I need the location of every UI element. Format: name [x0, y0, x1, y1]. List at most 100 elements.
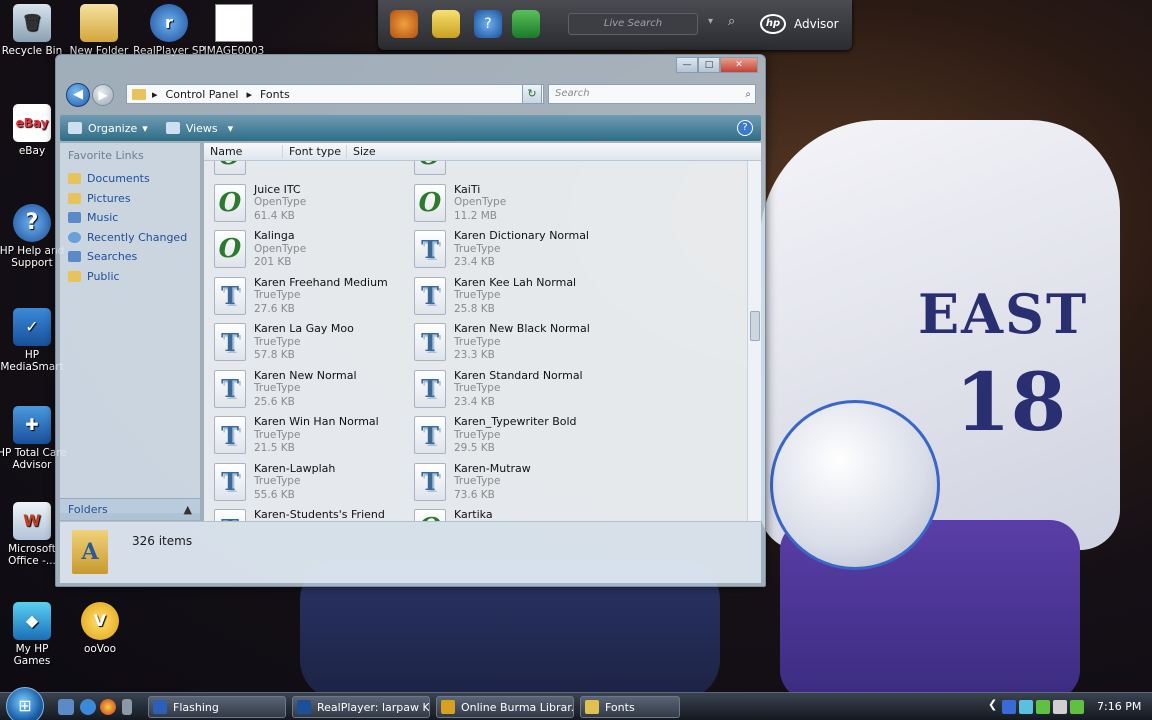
chevron-down-icon[interactable]: ▾: [708, 16, 713, 27]
truetype-font-icon: T: [214, 416, 246, 454]
font-type: TrueType: [254, 428, 301, 441]
network-icon[interactable]: [1019, 700, 1033, 714]
nav-item-music[interactable]: Music: [68, 208, 187, 228]
advisor-label[interactable]: Advisor: [794, 17, 839, 31]
font-name: Kartika: [454, 508, 493, 521]
views-label: Views: [185, 121, 218, 135]
command-toolbar: Organize ▾ Views ▾ ?: [60, 115, 761, 141]
chrome-icon[interactable]: [100, 699, 116, 715]
taskbar-button[interactable]: Flashing: [148, 696, 286, 718]
font-item[interactable]: T Karen Win Han Normal TrueType 21.5 KB: [214, 414, 404, 460]
scrollbar-thumb[interactable]: [750, 311, 760, 341]
vertical-scrollbar[interactable]: [747, 161, 761, 521]
font-type: TrueType: [254, 335, 301, 348]
hp-dock-icon[interactable]: [390, 10, 418, 38]
font-item[interactable]: O Kalinga OpenType 201 KB: [214, 228, 404, 274]
font-item[interactable]: T Karen New Normal TrueType 25.6 KB: [214, 368, 404, 414]
bluetooth-icon[interactable]: [1002, 700, 1016, 714]
font-item[interactable]: O KaiTi OpenType 11.2 MB: [414, 182, 604, 228]
taskbar-button-label: Online Burma Librar...: [461, 700, 574, 714]
font-item[interactable]: T Karen La Gay Moo TrueType 57.8 KB: [214, 321, 404, 367]
breadcrumb-control-panel[interactable]: Control Panel: [166, 88, 239, 101]
font-name: Karen Kee Lah Normal: [454, 275, 577, 289]
column-font-type[interactable]: Font type: [282, 145, 341, 158]
security-icon[interactable]: [1036, 700, 1050, 714]
font-size: 57.8 KB: [254, 349, 295, 361]
help-button[interactable]: ?: [737, 120, 753, 136]
nav-item-recently-changed[interactable]: Recently Changed: [68, 228, 187, 248]
volume-icon[interactable]: [1053, 700, 1067, 714]
column-name[interactable]: Name: [210, 145, 242, 158]
organize-icon: [68, 122, 82, 134]
show-desktop-icon[interactable]: [58, 699, 74, 715]
font-type: TrueType: [454, 428, 501, 441]
app-icon: [297, 700, 311, 714]
font-name: Karen New Black Normal: [454, 322, 590, 335]
refresh-button[interactable]: ↻: [522, 84, 542, 104]
internet-explorer-icon[interactable]: [80, 699, 96, 715]
nav-item-public[interactable]: Public: [68, 267, 187, 287]
app-icon: [153, 700, 167, 714]
back-button[interactable]: ◀: [66, 83, 90, 107]
nav-item-searches[interactable]: Searches: [68, 247, 187, 267]
font-item[interactable]: O Juice ITC OpenType 61.4 KB: [214, 182, 404, 228]
folder-icon: [68, 192, 81, 204]
taskbar-button[interactable]: Fonts: [580, 696, 680, 718]
nav-item-documents[interactable]: Documents: [68, 169, 187, 189]
power-icon[interactable]: [1070, 700, 1084, 714]
font-meta: Karen-Lawplah TrueType 55.6 KB: [254, 461, 335, 507]
search-icon[interactable]: ⌕: [728, 14, 735, 29]
nav-item-pictures[interactable]: Pictures: [68, 189, 187, 209]
desktop-icon-my-hp-games[interactable]: ◆ My HP Games: [0, 602, 68, 667]
font-item[interactable]: T Karen-Lawplah TrueType 55.6 KB: [214, 461, 404, 507]
font-item[interactable]: T Karen Standard Normal TrueType 23.4 KB: [414, 368, 604, 414]
taskbar-button[interactable]: Online Burma Librar...: [436, 696, 574, 718]
nav-item-label: Documents: [87, 172, 150, 186]
taskbar-button[interactable]: RealPlayer: larpaw K...: [292, 696, 430, 718]
font-type: TrueType: [254, 289, 301, 301]
font-size: 23.4 KB: [454, 256, 495, 268]
desktop-icon-new-folder[interactable]: New Folder: [63, 4, 135, 57]
desktop-icon-realplayer[interactable]: r RealPlayer SP: [133, 4, 205, 57]
desktop-icon-recycle-bin[interactable]: 🗑 Recycle Bin: [0, 4, 68, 57]
font-item[interactable]: T Karen_Typewriter Bold TrueType 29.5 KB: [414, 414, 604, 460]
nav-item-label: Searches: [87, 250, 138, 264]
search-icon: ⌕: [745, 89, 751, 100]
clock[interactable]: 7:16 PM: [1097, 700, 1141, 713]
close-button[interactable]: ✕: [720, 57, 758, 73]
font-item[interactable]: T Karen Freehand Medium TrueType 27.6 KB: [214, 275, 404, 321]
font-size: 201 KB: [254, 256, 292, 268]
help-icon[interactable]: ?: [474, 10, 502, 38]
font-meta: Karen_Typewriter Bold TrueType 29.5 KB: [454, 414, 577, 460]
nav-item-label: Music: [87, 211, 119, 225]
search-input[interactable]: Search ⌕: [548, 84, 756, 104]
views-button[interactable]: Views ▾: [165, 121, 233, 135]
chevron-right-icon[interactable]: [122, 699, 132, 715]
font-size: 23.4 KB: [454, 395, 495, 408]
address-bar[interactable]: ▸ Control Panel ▸ Fonts ▼: [126, 84, 544, 104]
tray-chevron-icon[interactable]: ❮: [988, 698, 997, 711]
organize-button[interactable]: Organize ▾: [68, 122, 148, 135]
font-item[interactable]: T Karen Kee Lah Normal TrueType 25.8 KB: [414, 275, 604, 321]
minimize-button[interactable]: —: [676, 57, 698, 73]
font-item[interactable]: T Karen New Black Normal TrueType 23.3 KB: [414, 321, 604, 367]
network-icon[interactable]: [512, 10, 540, 38]
desktop-icon-image0003[interactable]: IMAGE0003: [198, 4, 270, 57]
truetype-font-icon: T: [414, 230, 446, 268]
font-name: KaiTi: [454, 182, 481, 196]
font-size: 11.2 MB: [454, 209, 497, 222]
notes-icon[interactable]: [432, 10, 460, 38]
folders-toggle[interactable]: Folders ▲: [60, 498, 200, 520]
font-name: Karen Win Han Normal: [254, 415, 379, 428]
taskbar-button-label: Flashing: [173, 700, 219, 714]
maximize-button[interactable]: □: [698, 57, 720, 73]
desktop-icon-oovoo[interactable]: V ooVoo: [64, 602, 136, 655]
font-item[interactable]: T Karen-Mutraw TrueType 73.6 KB: [414, 461, 604, 507]
font-item[interactable]: T Karen Dictionary Normal TrueType 23.4 KB: [414, 228, 604, 274]
column-size[interactable]: Size: [346, 145, 376, 158]
live-search-input[interactable]: Live Search: [568, 13, 698, 35]
forward-button[interactable]: ▶: [92, 84, 114, 106]
truetype-font-icon: T: [414, 323, 446, 361]
start-button[interactable]: ⊞: [6, 687, 44, 720]
breadcrumb-fonts[interactable]: Fonts: [260, 88, 290, 101]
